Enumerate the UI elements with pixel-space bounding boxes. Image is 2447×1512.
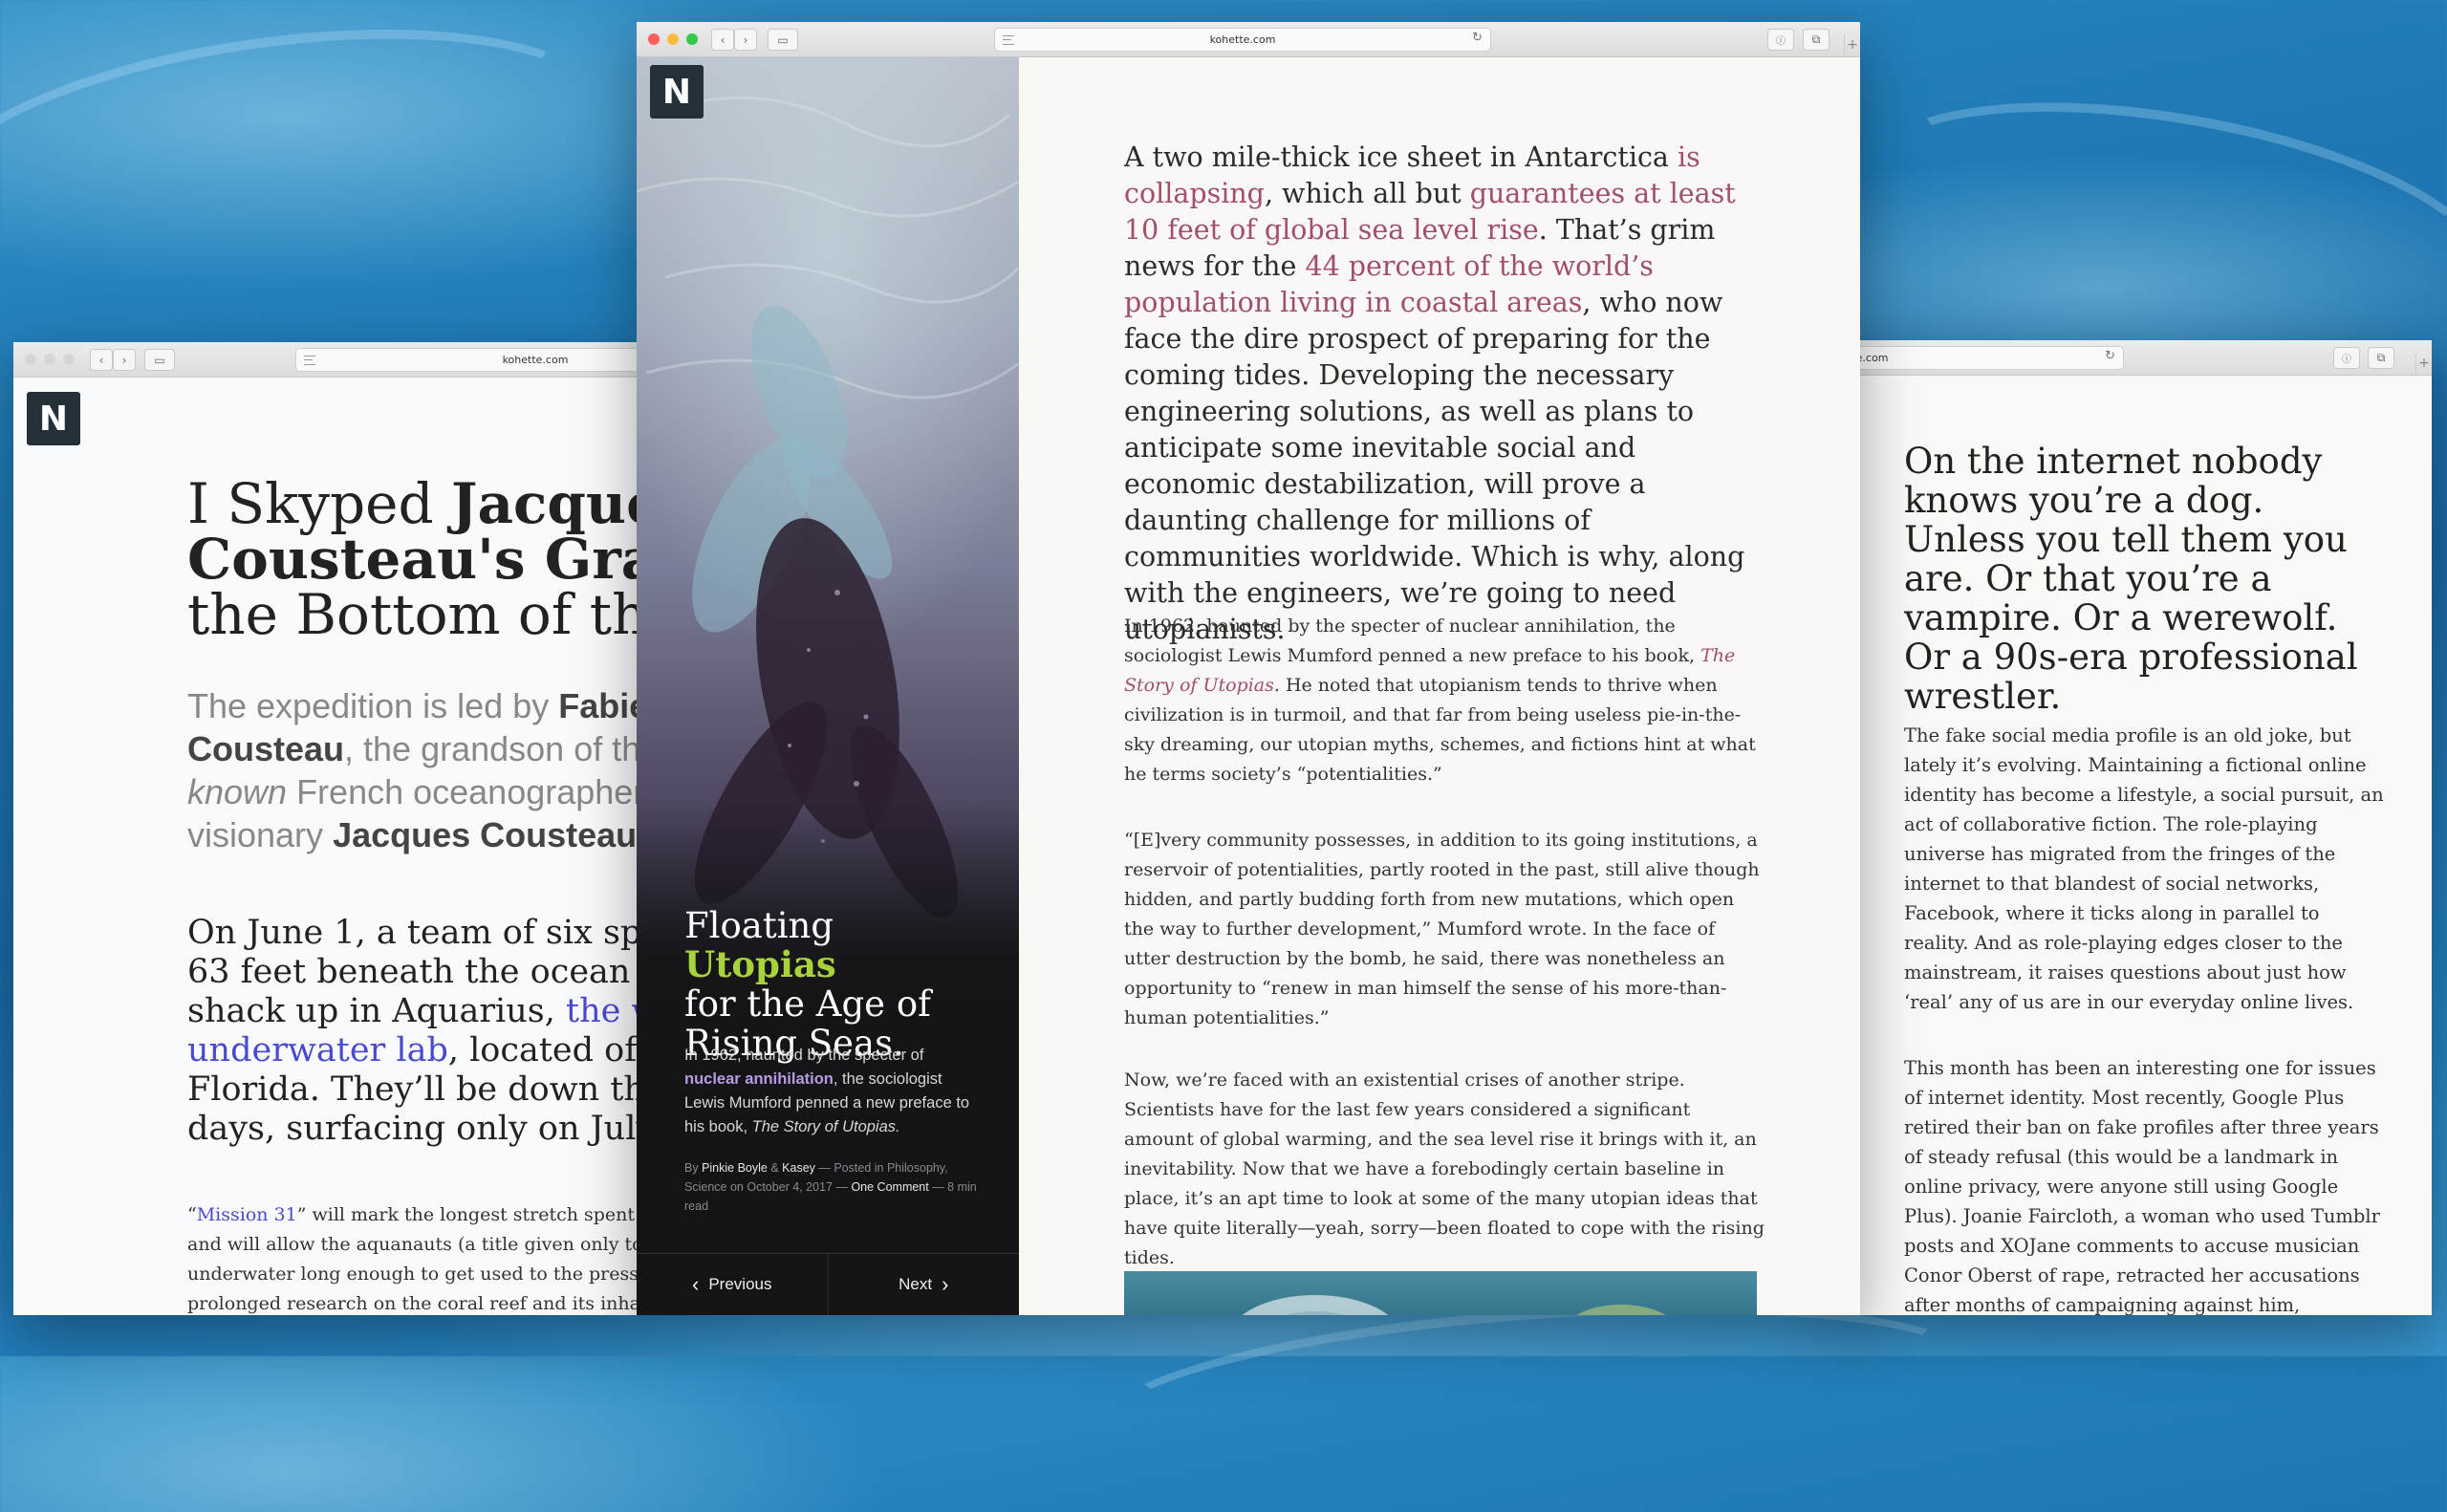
back-icon[interactable]: ‹ bbox=[90, 349, 113, 371]
article-title: Floating Utopias for the Age of Rising S… bbox=[684, 905, 931, 1064]
sidebar-icon[interactable]: ▭ bbox=[144, 349, 175, 371]
article-hero-sidebar: N Floating Utopias for the Age of Rising… bbox=[637, 57, 1019, 1315]
new-tab-icon[interactable]: + bbox=[1844, 35, 1860, 55]
author-link[interactable]: Pinkie Boyle bbox=[702, 1161, 768, 1175]
url-text: kohette.com bbox=[1209, 33, 1276, 46]
close-button[interactable] bbox=[25, 354, 36, 365]
article-paragraph: Now, we’re faced with an existential cri… bbox=[1124, 1069, 1765, 1268]
address-bar[interactable]: kohette.com ↻ bbox=[994, 28, 1491, 52]
article-paragraph: “[E]very community possesses, in additio… bbox=[1124, 830, 1760, 1028]
browser-toolbar: ‹ › ▭ kohette.com bbox=[13, 342, 644, 378]
author-link[interactable]: Kasey bbox=[782, 1161, 815, 1175]
article-link[interactable]: underwater lab bbox=[187, 1031, 448, 1069]
new-tab-icon[interactable]: + bbox=[2415, 354, 2432, 374]
minimize-button[interactable] bbox=[667, 33, 679, 45]
article-paragraph: This month has been an interesting one f… bbox=[1904, 1057, 2380, 1315]
browser-toolbar: ‹ › ▭ kohette.com ↻ ⓘ ⧉ + bbox=[637, 22, 1860, 57]
post-navigation: ‹ Previous Next › bbox=[637, 1253, 1019, 1315]
article-content: A two mile-thick ice sheet in Antarctica… bbox=[1019, 57, 1860, 1315]
zoom-button[interactable] bbox=[686, 33, 698, 45]
reload-icon[interactable]: ↻ bbox=[2105, 349, 2115, 363]
forward-icon[interactable]: › bbox=[734, 29, 757, 51]
address-bar[interactable]: kohette.com bbox=[295, 348, 644, 372]
article-paragraph: In 1962, haunted by the specter of nucle… bbox=[1124, 616, 1756, 785]
chevron-left-icon: ‹ bbox=[692, 1272, 700, 1296]
forward-icon[interactable]: › bbox=[113, 349, 136, 371]
article-title: I Skyped Jacques Cousteau's Grand the Bo… bbox=[187, 471, 644, 647]
chevron-right-icon: › bbox=[942, 1272, 949, 1296]
water-highlight bbox=[0, 0, 625, 314]
water-highlight bbox=[1850, 61, 2447, 378]
browser-window-left[interactable]: ‹ › ▭ kohette.com N I Skyped Jacques Cou… bbox=[13, 342, 644, 1315]
reader-icon[interactable] bbox=[1003, 35, 1014, 45]
article-excerpt: In 1962, haunted by the specter of nucle… bbox=[684, 1047, 970, 1135]
reader-icon[interactable] bbox=[304, 356, 315, 365]
close-button[interactable] bbox=[648, 33, 660, 45]
article-link[interactable]: Mission 31 bbox=[197, 1204, 297, 1225]
post-date: October 4, 2017 bbox=[747, 1180, 833, 1194]
tabs-icon[interactable]: ⧉ bbox=[2368, 347, 2394, 369]
reload-icon[interactable]: ↻ bbox=[1472, 31, 1483, 45]
article-lede: On June 1, a team of six spla 63 feet be… bbox=[187, 914, 644, 1149]
minimize-button[interactable] bbox=[44, 354, 55, 365]
browser-toolbar: kohette.com ↻ ⓘ ⧉ + bbox=[1835, 340, 2432, 376]
comments-link[interactable]: One Comment bbox=[851, 1180, 928, 1194]
browser-window-center[interactable]: ‹ › ▭ kohette.com ↻ ⓘ ⧉ + N Floating Uto… bbox=[637, 22, 1860, 1315]
article-image bbox=[1124, 1271, 1757, 1315]
sidebar-icon[interactable]: ▭ bbox=[768, 29, 798, 51]
info-icon[interactable]: ⓘ bbox=[2333, 347, 2360, 369]
window-controls bbox=[25, 354, 75, 365]
browser-window-right[interactable]: kohette.com ↻ ⓘ ⧉ + On the internet nobo… bbox=[1835, 340, 2432, 1315]
article-lead: On the internet nobody knows you’re a do… bbox=[1904, 441, 2358, 717]
previous-button[interactable]: ‹ Previous bbox=[637, 1254, 828, 1315]
article-intro: The expedition is led by Fabie Cousteau,… bbox=[187, 686, 644, 854]
article-link[interactable]: the wo bbox=[566, 992, 644, 1030]
url-text: kohette.com bbox=[502, 354, 569, 366]
site-logo[interactable]: N bbox=[650, 65, 704, 119]
excerpt-link[interactable]: nuclear annihilation bbox=[684, 1070, 834, 1088]
info-icon[interactable]: ⓘ bbox=[1767, 29, 1794, 51]
address-bar[interactable]: kohette.com ↻ bbox=[1835, 346, 2124, 370]
floating-city-illustration bbox=[1242, 1295, 1666, 1315]
window-controls bbox=[648, 33, 698, 45]
tabs-icon[interactable]: ⧉ bbox=[1803, 29, 1830, 51]
back-icon[interactable]: ‹ bbox=[711, 29, 734, 51]
article-lead: A two mile-thick ice sheet in Antarctica… bbox=[1124, 141, 1745, 645]
article-paragraph: The fake social media profile is an old … bbox=[1904, 724, 2384, 1013]
zoom-button[interactable] bbox=[63, 354, 75, 365]
article-body: “Mission 31” will mark the longest stret… bbox=[187, 1204, 644, 1314]
next-button[interactable]: Next › bbox=[827, 1254, 1020, 1315]
article-meta: By Pinkie Boyle & Kasey — Posted in Phil… bbox=[684, 1161, 977, 1213]
site-logo[interactable]: N bbox=[27, 392, 80, 445]
